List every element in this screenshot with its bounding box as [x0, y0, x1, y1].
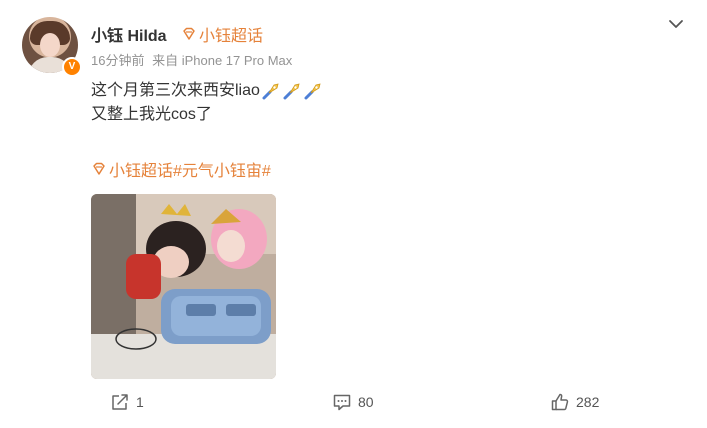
comment-count: 80 — [358, 394, 374, 410]
supertopic-link[interactable]: 小钰超话 — [109, 157, 173, 181]
action-bar: 1 80 282 — [0, 390, 707, 414]
diamond-icon — [93, 162, 105, 175]
user-supertopic-link[interactable]: 小钰超话 — [181, 22, 263, 46]
thumbs-up-icon — [551, 393, 569, 411]
chevron-down-icon[interactable] — [666, 18, 686, 32]
like-count: 282 — [576, 394, 600, 410]
avatar-face — [40, 33, 60, 57]
post-photo[interactable] — [91, 194, 276, 379]
post-source: 来自 iPhone 17 Pro Max — [152, 53, 293, 68]
comment-icon — [333, 394, 351, 411]
comment-button[interactable]: 80 — [332, 390, 374, 414]
user-name[interactable]: 小钰 Hilda — [91, 22, 167, 46]
weibo-post: V 小钰 Hilda 小钰超话 16分钟前 来自 iPhone 17 Pro M… — [0, 0, 707, 428]
rocket-emoji-icon — [283, 83, 300, 100]
verified-badge: V — [62, 57, 82, 77]
post-text-line-1-text: 这个月第三次来西安liao — [91, 82, 260, 99]
share-icon — [112, 394, 128, 410]
hashtag-link[interactable]: #元气小钰宙# — [173, 157, 271, 181]
post-text-line-2: 又整上我光cos了 — [91, 103, 323, 127]
rocket-emoji-icon — [262, 83, 279, 100]
photo-illustration — [91, 194, 276, 379]
like-button[interactable]: 282 — [550, 390, 599, 414]
rocket-emoji-icon — [304, 83, 321, 100]
user-supertopic-label: 小钰超话 — [199, 28, 264, 45]
post-text-line-2-text: 又整上我光cos了 — [91, 106, 212, 123]
post-topics: 小钰超话 #元气小钰宙# — [91, 157, 271, 181]
post-time[interactable]: 16分钟前 — [91, 53, 144, 68]
post-text: 这个月第三次来西安liao 又整上我光cos了 — [91, 79, 323, 127]
repost-button[interactable]: 1 — [110, 390, 144, 414]
diamond-icon — [183, 27, 195, 40]
post-text-line-1: 这个月第三次来西安liao — [91, 79, 323, 103]
post-meta: 16分钟前 来自 iPhone 17 Pro Max — [91, 50, 292, 69]
repost-count: 1 — [136, 394, 144, 410]
